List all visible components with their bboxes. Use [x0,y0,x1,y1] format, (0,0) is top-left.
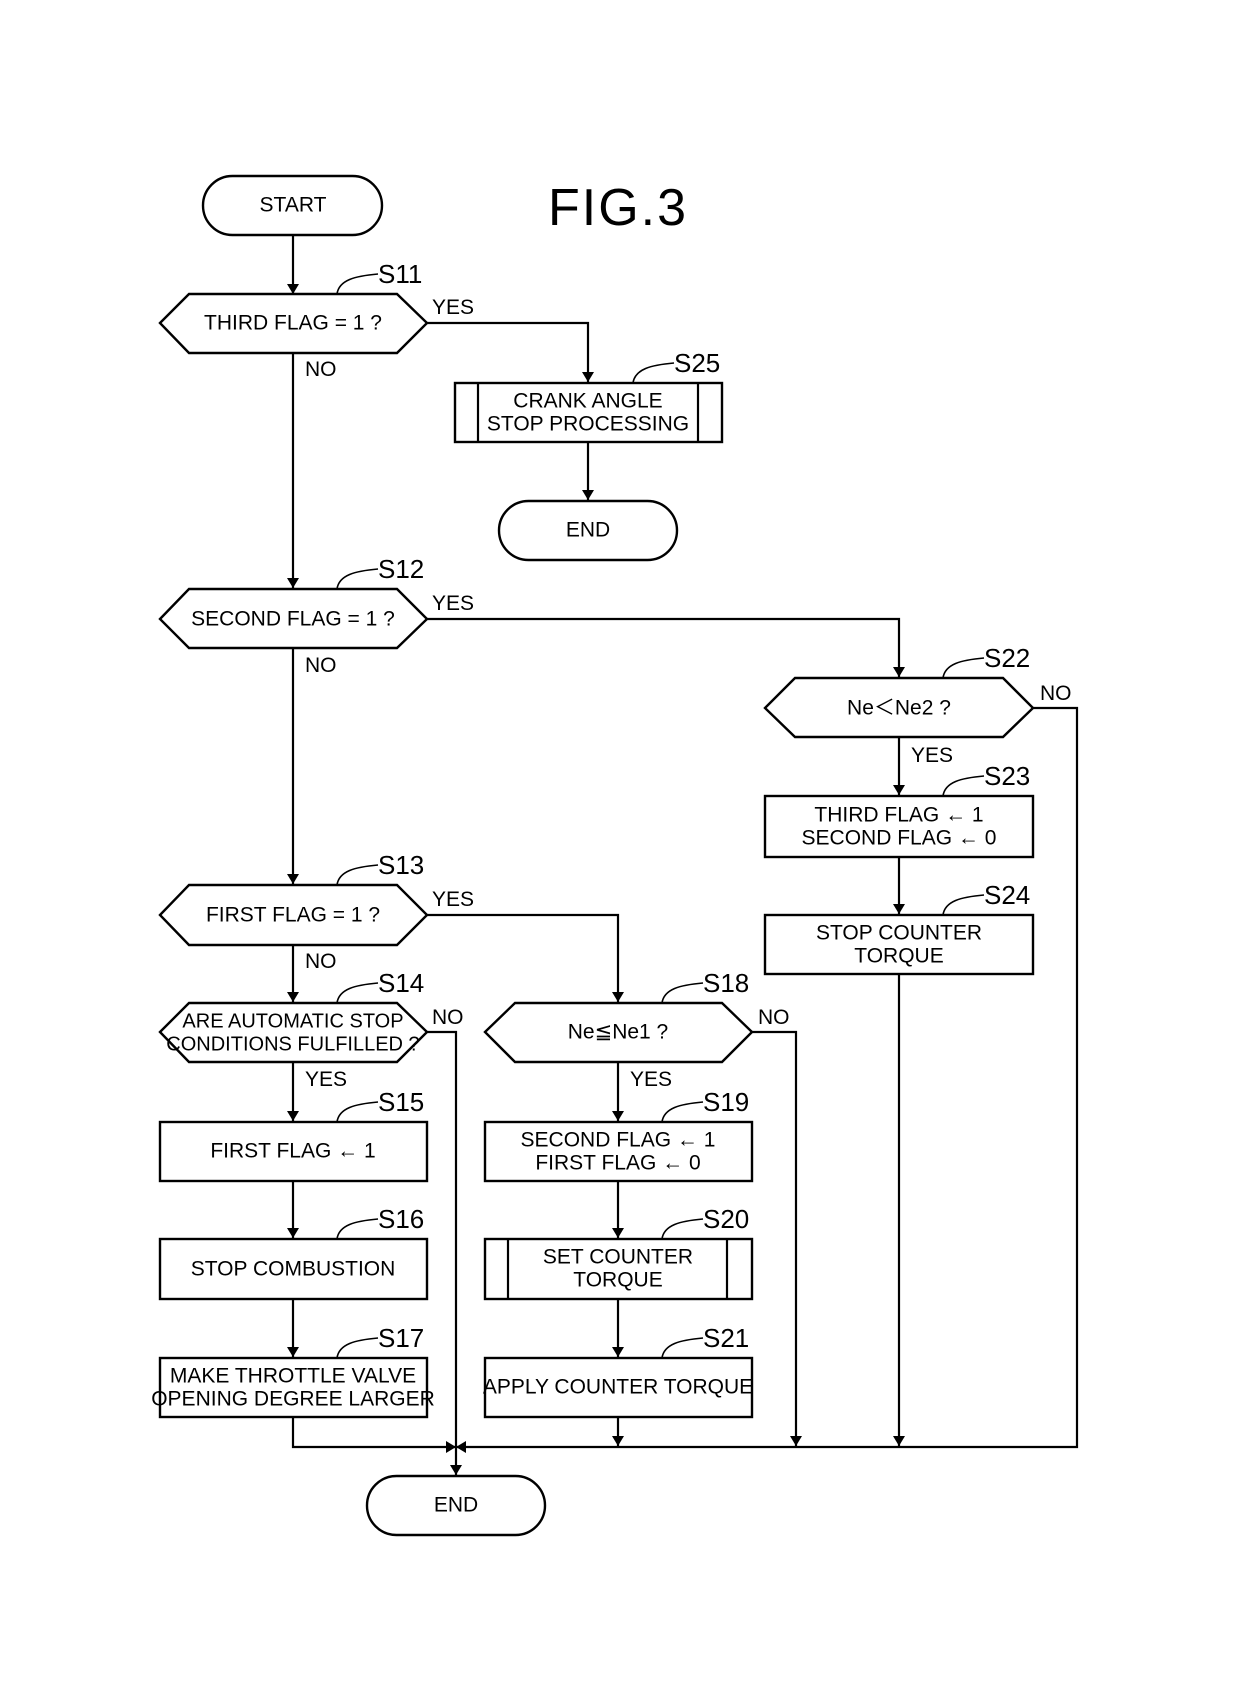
step-leader [942,657,985,679]
node-end-bottom: END [365,1474,547,1537]
end-top-label: END [566,519,610,542]
step-leader [336,273,379,295]
label-s18-no: NO [758,1006,790,1029]
label-s13-no: NO [305,950,337,973]
step-leader [942,775,985,797]
step-leader [661,1101,704,1123]
s24-line-1: STOP COUNTER [816,922,982,945]
s18-text: Ne≦Ne1 ? [568,1021,668,1044]
s20-line-1: SET COUNTER [543,1246,693,1269]
arrow-s12-yes [427,617,905,677]
step-leader [661,1337,704,1359]
s23-line-2: SECOND FLAG ← 0 [802,827,997,850]
s20-step-number: S20 [703,1204,749,1234]
node-start: START [201,174,384,237]
s22-text: Ne＜Ne2 ? [847,697,951,720]
step-leader [336,1218,379,1240]
s23-step-number: S23 [984,761,1030,791]
s17-step-number: S17 [378,1323,424,1353]
label-s13-yes: YES [432,888,474,911]
s25-line-2: STOP PROCESSING [487,413,689,436]
step-leader [336,1101,379,1123]
arrow-s13-yes [427,913,624,1002]
s16-text: STOP COMBUSTION [191,1258,396,1281]
label-s14-yes: YES [305,1068,347,1091]
s21-step-number: S21 [703,1323,749,1353]
start-label: START [260,194,327,217]
step-leader [942,894,985,916]
s25-step-number: S25 [674,348,720,378]
s23-line-1: THIRD FLAG ← 1 [814,804,983,827]
s17-line-2: OPENING DEGREE LARGER [151,1388,435,1411]
node-end-top: END [497,499,679,562]
step-leader [336,982,379,1004]
arrow-s11-yes [427,321,594,382]
flowchart: FIG.3 YES NO YES NO NO YES YES NO NO YES… [151,174,1079,1537]
s19-step-number: S19 [703,1087,749,1117]
s24-step-number: S24 [984,880,1030,910]
s24-line-2: TORQUE [854,945,943,968]
arrow-s18-no [752,1030,802,1446]
label-s14-no: NO [432,1006,464,1029]
s22-step-number: S22 [984,643,1030,673]
s20-line-2: TORQUE [573,1269,662,1292]
s11-text: THIRD FLAG = 1 ? [204,312,382,335]
s14-step-number: S14 [378,968,424,998]
step-leader [661,982,704,1004]
step-leader [336,864,379,886]
s13-step-number: S13 [378,850,424,880]
label-s12-yes: YES [432,592,474,615]
end-bottom-label: END [434,1494,478,1517]
s16-step-number: S16 [378,1204,424,1234]
step-leader [336,1337,379,1359]
s19-line-2: FIRST FLAG ← 0 [535,1152,700,1175]
step-leader [336,568,379,590]
step-leader [632,362,675,384]
arrow-s17-merge [291,1417,456,1453]
s13-text: FIRST FLAG = 1 ? [206,904,380,927]
s11-step-number: S11 [378,259,422,289]
s21-text: APPLY COUNTER TORQUE [483,1376,753,1399]
label-s11-no: NO [305,358,337,381]
label-s18-yes: YES [630,1068,672,1091]
s19-line-1: SECOND FLAG ← 1 [521,1129,716,1152]
s17-line-1: MAKE THROTTLE VALVE [170,1365,416,1388]
s14-line-2: CONDITIONS FULFILLED ? [166,1033,419,1055]
s15-text: FIRST FLAG ← 1 [210,1140,375,1163]
s12-step-number: S12 [378,554,424,584]
step-leader [661,1218,704,1240]
figure-title: FIG.3 [548,179,688,237]
s25-line-1: CRANK ANGLE [513,390,662,413]
label-s11-yes: YES [432,296,474,319]
label-s12-no: NO [305,654,337,677]
s12-text: SECOND FLAG = 1 ? [191,608,395,631]
label-s22-no: NO [1040,682,1072,705]
s14-line-1: ARE AUTOMATIC STOP [182,1010,403,1032]
s18-step-number: S18 [703,968,749,998]
s15-step-number: S15 [378,1087,424,1117]
label-s22-yes: YES [911,744,953,767]
